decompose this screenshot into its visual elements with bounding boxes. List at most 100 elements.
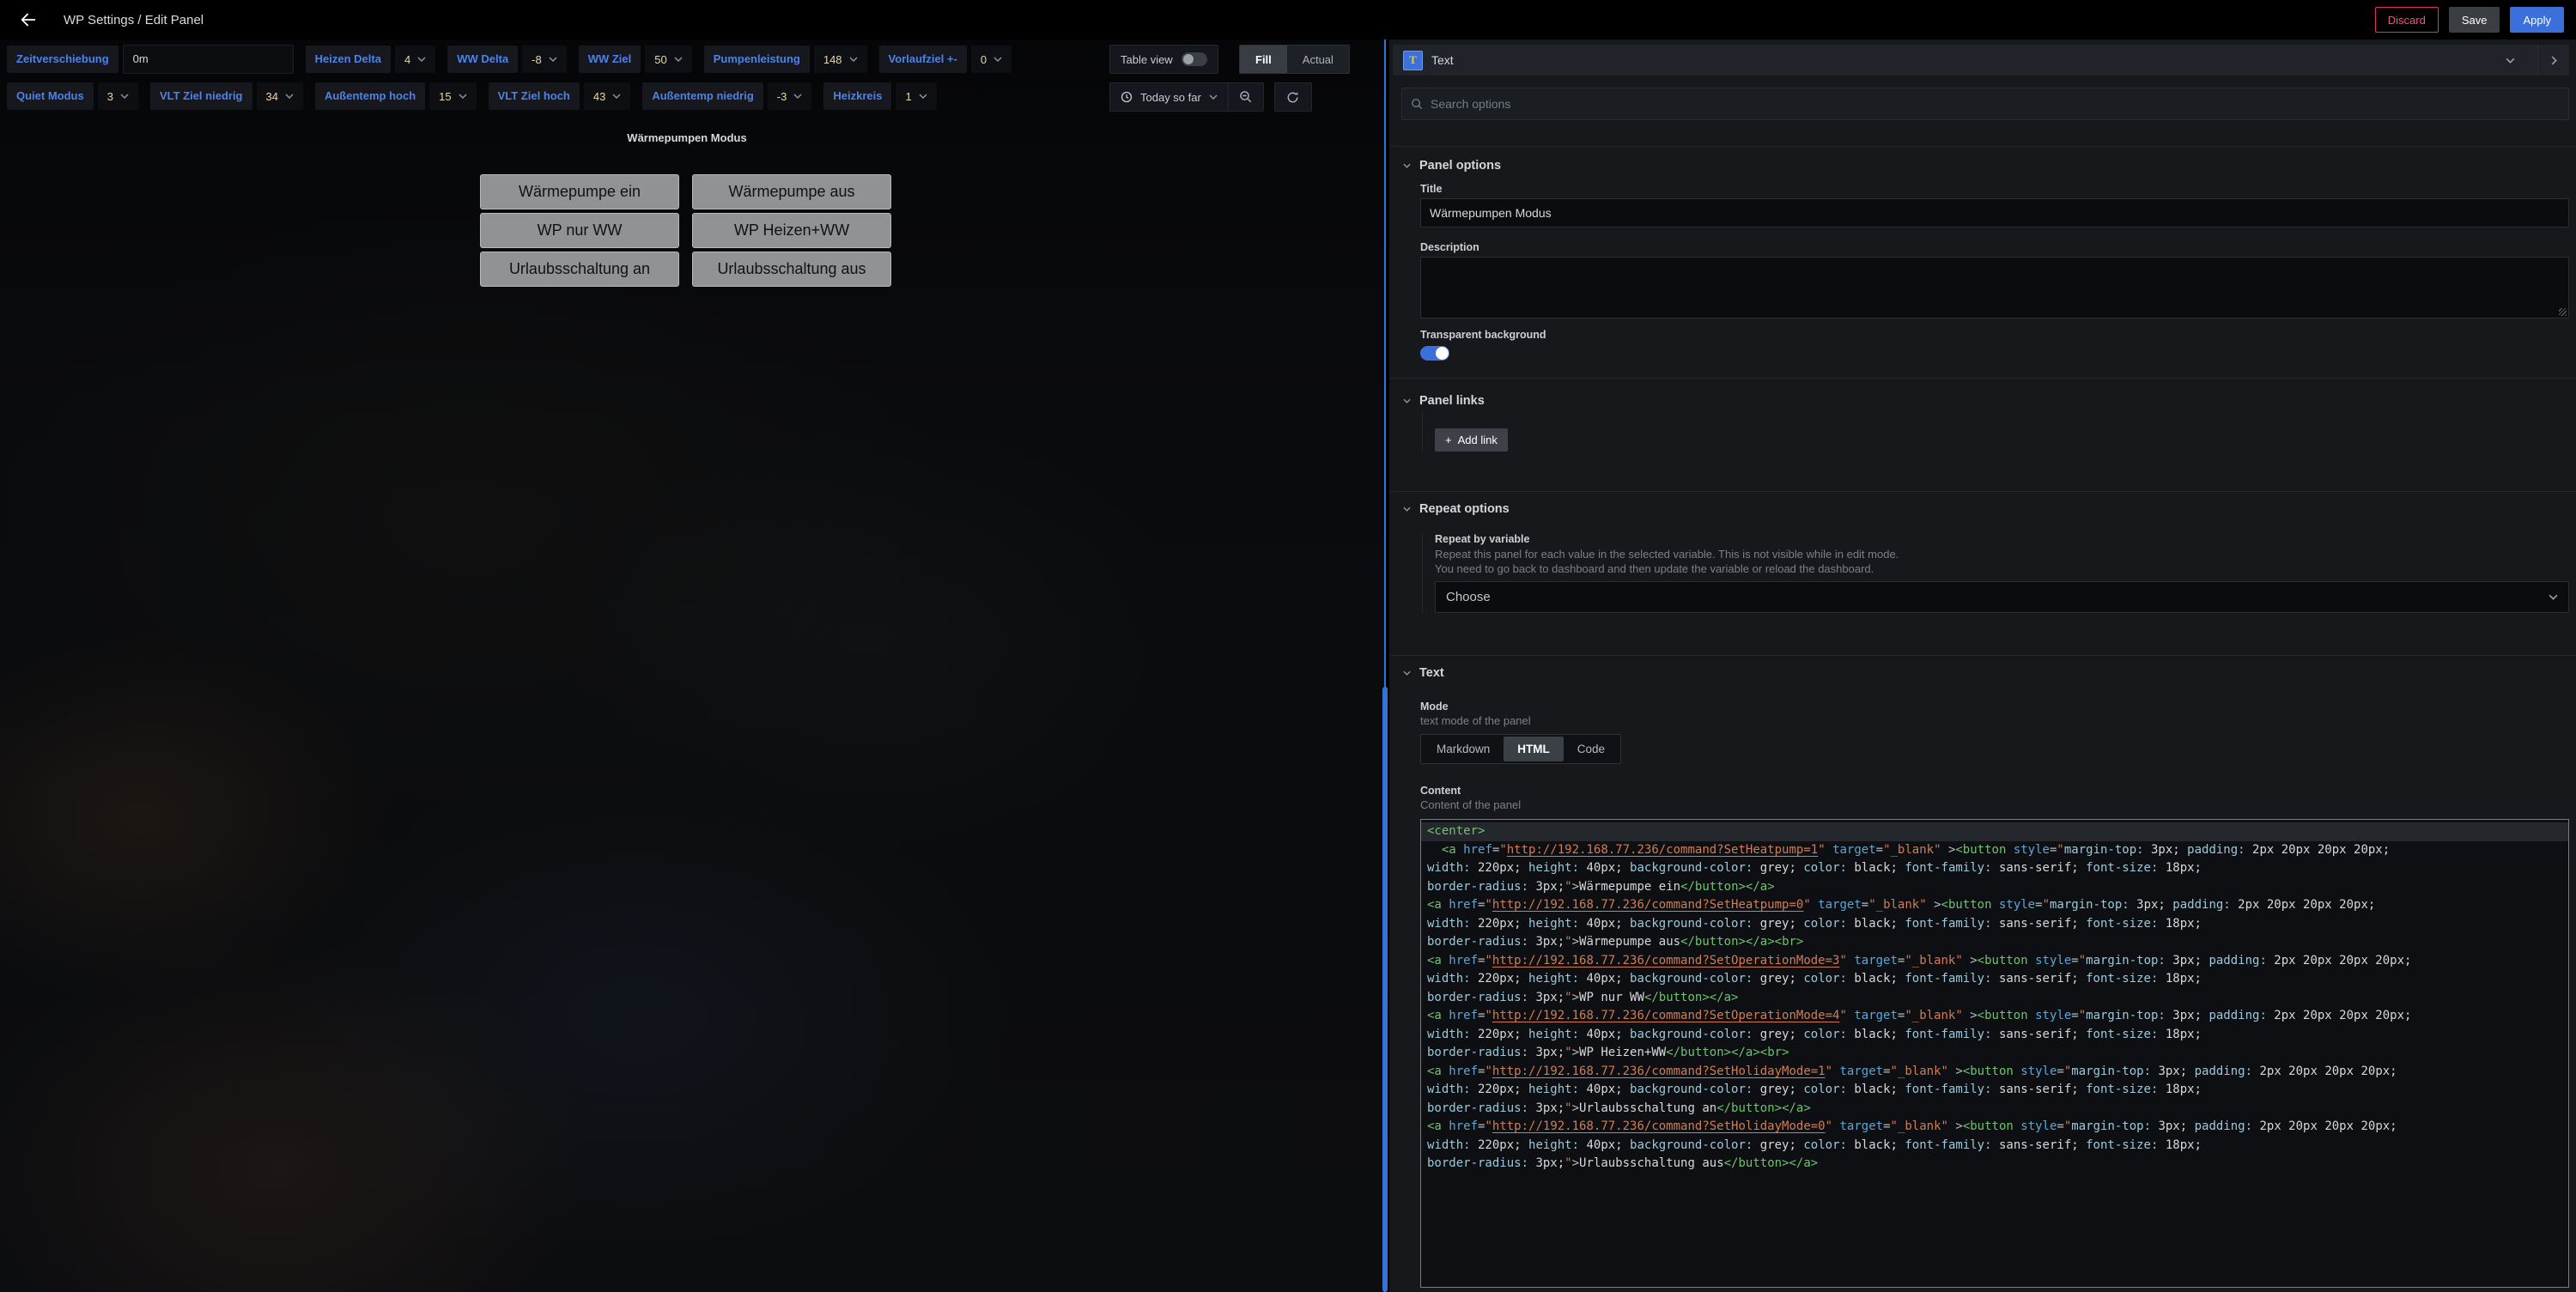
variable-value-dropdown[interactable]: 43 <box>584 82 630 110</box>
refresh-button[interactable] <box>1274 82 1312 112</box>
discard-button[interactable]: Discard <box>2375 7 2439 33</box>
variable-value: 3 <box>107 90 113 103</box>
chevron-down-icon <box>120 94 129 99</box>
mode-label: Mode <box>1420 701 2569 713</box>
variable-label[interactable]: Außentemp hoch <box>315 82 425 110</box>
variable-label[interactable]: VLT Ziel niedrig <box>150 82 252 110</box>
preview-button-waermepumpe-aus[interactable]: Wärmepumpe aus <box>692 174 891 209</box>
variable-value-dropdown[interactable]: -8 <box>522 45 567 73</box>
variable-value-dropdown[interactable]: -3 <box>768 82 812 110</box>
variable-aussentemp-hoch: Außentemp hoch 15 <box>315 82 477 110</box>
description-textarea[interactable] <box>1420 257 2569 318</box>
topbar-actions: Discard Save Apply <box>2375 7 2564 33</box>
back-arrow-icon[interactable] <box>19 10 38 29</box>
code-line: <a href="http://192.168.77.236/command?S… <box>1421 1063 2568 1082</box>
variable-value-dropdown[interactable]: 15 <box>429 82 476 110</box>
variable-label[interactable]: Zeitverschiebung <box>7 45 118 73</box>
preview-button-wp-nur-ww[interactable]: WP nur WW <box>480 213 679 248</box>
collapse-pane-button[interactable] <box>2538 45 2569 76</box>
code-editor[interactable]: <center> <a href="http://192.168.77.236/… <box>1420 819 2569 1288</box>
variable-label[interactable]: Pumpenleistung <box>704 45 810 73</box>
variable-input[interactable]: 0m <box>123 45 294 74</box>
variable-value: -8 <box>532 53 542 66</box>
variable-value-dropdown[interactable]: 3 <box>98 82 138 110</box>
resize-handle-icon[interactable] <box>2559 308 2567 316</box>
variable-value: 34 <box>266 90 278 103</box>
variable-heizen-delta: Heizen Delta 4 <box>306 45 436 73</box>
variable-value-dropdown[interactable]: 1 <box>896 82 936 110</box>
chevron-down-icon <box>2549 594 2558 600</box>
pane-splitter-handle[interactable] <box>1382 687 1388 1292</box>
mode-radio-group: Markdown HTML Code <box>1420 734 1621 764</box>
section-panel-options[interactable]: Panel options <box>1403 155 2569 176</box>
visualization-picker[interactable]: T Text <box>1393 45 2537 76</box>
code-line: border-radius: 3px;">Urlaubsschaltung an… <box>1421 1100 2568 1119</box>
section-panel-links[interactable]: Panel links <box>1403 391 2569 411</box>
preview-button-waermepumpe-ein[interactable]: Wärmepumpe ein <box>480 174 679 209</box>
variable-pumpenleistung: Pumpenleistung 148 <box>704 45 867 73</box>
variable-label[interactable]: Heizkreis <box>823 82 891 110</box>
visualization-name: Text <box>1431 53 1454 67</box>
clock-icon <box>1121 91 1133 103</box>
variable-value-dropdown[interactable]: 50 <box>645 45 691 73</box>
variable-label[interactable]: Heizen Delta <box>306 45 391 73</box>
variable-value-dropdown[interactable]: 34 <box>257 82 303 110</box>
chevron-down-icon <box>1403 398 1411 403</box>
variable-value-dropdown[interactable]: 0 <box>971 45 1012 73</box>
variable-label[interactable]: WW Delta <box>447 45 518 73</box>
search-options-input[interactable]: Search options <box>1401 88 2569 120</box>
add-link-button[interactable]: + Add link <box>1435 428 1508 452</box>
section-repeat-options[interactable]: Repeat options <box>1403 499 2569 519</box>
time-range-picker[interactable]: Today so far <box>1109 82 1229 112</box>
transparent-background-toggle[interactable] <box>1420 346 1449 361</box>
panel-title-input[interactable]: Wärmepumpen Modus <box>1420 198 2569 227</box>
chevron-right-icon <box>2551 56 2557 65</box>
mode-markdown[interactable]: Markdown <box>1423 737 1504 761</box>
section-text[interactable]: Text <box>1403 663 2569 683</box>
options-sidebar: T Text Search options Panel options Titl… <box>1389 39 2576 1292</box>
visualization-header: T Text <box>1393 45 2569 76</box>
fill-option[interactable]: Fill <box>1240 45 1287 73</box>
code-line: border-radius: 3px;">Urlaubsschaltung au… <box>1421 1155 2568 1174</box>
code-line: width: 220px; height: 40px; background-c… <box>1421 1137 2568 1156</box>
variable-value-dropdown[interactable]: 148 <box>814 45 867 73</box>
code-line: border-radius: 3px;">WP Heizen+WW</butto… <box>1421 1044 2568 1063</box>
variable-value: 15 <box>439 90 451 103</box>
top-bar: WP Settings / Edit Panel Discard Save Ap… <box>0 0 2576 39</box>
table-view-toggle[interactable]: Table view <box>1109 45 1218 74</box>
toggle-off-icon <box>1182 52 1207 66</box>
variable-label[interactable]: WW Ziel <box>579 45 641 73</box>
panel-preview-title: Wärmepumpen Modus <box>468 131 906 144</box>
variable-value: -3 <box>777 90 787 103</box>
variable-label[interactable]: Vorlaufziel +- <box>879 45 967 73</box>
preview-button-wp-heizen-ww[interactable]: WP Heizen+WW <box>692 213 891 248</box>
panel-links-content: + Add link <box>1422 411 2569 452</box>
repeat-description: Repeat this panel for each value in the … <box>1435 548 1916 576</box>
section-title: Repeat options <box>1419 502 1510 516</box>
text-panel-icon: T <box>1403 51 1423 70</box>
search-icon <box>1411 98 1423 110</box>
actual-option[interactable]: Actual <box>1287 45 1349 73</box>
variable-row-2: Quiet Modus 3 VLT Ziel niedrig 34 Außent… <box>7 82 937 110</box>
chevron-down-icon <box>1209 94 1218 100</box>
divider <box>1389 146 2576 147</box>
preview-button-urlaubsschaltung-an[interactable]: Urlaubsschaltung an <box>480 252 679 287</box>
variable-zeitverschiebung: Zeitverschiebung 0m <box>7 45 294 74</box>
variable-value-dropdown[interactable]: 4 <box>395 45 435 73</box>
save-button[interactable]: Save <box>2449 7 2500 33</box>
repeat-variable-select[interactable]: Choose <box>1435 581 2569 613</box>
divider <box>1389 491 2576 492</box>
fill-actual-switch: Fill Actual <box>1239 45 1350 74</box>
variable-row-1: Zeitverschiebung 0m Heizen Delta 4 WW De… <box>7 45 1012 74</box>
variable-label[interactable]: Quiet Modus <box>7 82 94 110</box>
zoom-out-button[interactable] <box>1229 82 1264 112</box>
apply-button[interactable]: Apply <box>2510 7 2564 33</box>
mode-code[interactable]: Code <box>1564 737 1619 761</box>
variable-vlt-ziel-hoch: VLT Ziel hoch 43 <box>489 82 631 110</box>
variable-label[interactable]: Außentemp niedrig <box>642 82 762 110</box>
variable-label[interactable]: VLT Ziel hoch <box>489 82 580 110</box>
time-range-label: Today so far <box>1140 91 1201 104</box>
mode-html[interactable]: HTML <box>1504 737 1564 761</box>
code-line: border-radius: 3px;">Wärmepumpe ein</but… <box>1421 878 2568 897</box>
preview-button-urlaubsschaltung-aus[interactable]: Urlaubsschaltung aus <box>692 252 891 287</box>
